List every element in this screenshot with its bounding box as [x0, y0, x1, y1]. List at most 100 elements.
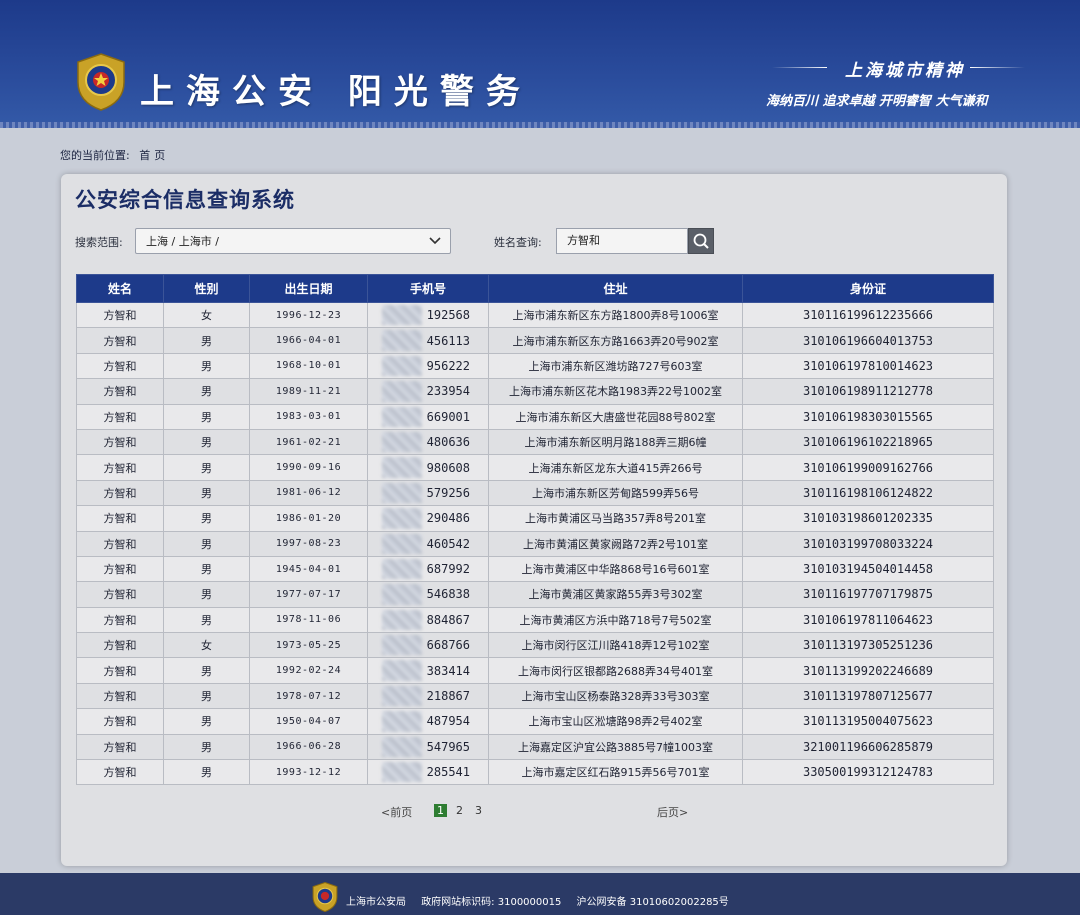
phone-redaction-mask	[382, 762, 422, 783]
col-header-id-number[interactable]: 身份证	[742, 274, 994, 303]
phone-visible-digits: 668766	[426, 638, 470, 653]
scope-select[interactable]: 上海 / 上海市 /	[135, 228, 451, 254]
slogan-divider-right	[970, 67, 1025, 68]
cell-name: 方智和	[76, 708, 164, 735]
phone-redaction-mask	[382, 660, 422, 681]
col-header-phone[interactable]: 手机号	[367, 274, 489, 303]
cell-address: 上海浦东新区龙东大道415弄266号	[488, 454, 743, 481]
cell-gender: 男	[163, 454, 250, 481]
search-button[interactable]	[688, 228, 714, 254]
col-header-address[interactable]: 住址	[488, 274, 743, 303]
cell-gender: 男	[163, 657, 250, 684]
cell-phone: 884867	[367, 606, 489, 634]
phone-visible-digits: 669001	[426, 409, 470, 424]
cell-name: 方智和	[76, 657, 164, 684]
phone-redaction-mask	[382, 457, 422, 478]
col-header-gender[interactable]: 性别	[163, 274, 250, 303]
site-title: 上海公安 阳光警务	[140, 72, 532, 112]
table-row: 方智和女 1973-05-25 668766 上海市闵行区江川路418弄12号102室…	[76, 632, 994, 659]
page-number-2[interactable]: 2	[453, 804, 466, 817]
cell-address: 上海市黄浦区黄家路55弄3号302室	[488, 581, 743, 608]
breadcrumb-prefix: 您的当前位置:	[60, 149, 130, 162]
phone-visible-digits: 285541	[426, 765, 470, 780]
cell-phone: 233954	[367, 378, 489, 405]
footer-text: 上海市公安局 政府网站标识码: 3100000015 沪公网安备 3101060…	[346, 893, 741, 908]
phone-redaction-mask	[382, 685, 422, 707]
phone-visible-digits: 290486	[426, 511, 470, 526]
cell-name: 方智和	[76, 301, 164, 329]
cell-birthdate: 1986-01-20	[249, 505, 368, 532]
cell-id-number: 310103199708033224	[742, 530, 994, 557]
cell-birthdate: 1977-07-17	[249, 581, 368, 608]
slogan-text: 海纳百川 追求卓越 开明睿智 大气谦和	[766, 94, 988, 109]
cell-address: 上海市浦东新区芳甸路599弄56号	[488, 479, 743, 507]
cell-gender: 男	[163, 530, 250, 557]
cell-phone: 487954	[367, 708, 489, 735]
cell-gender: 男	[163, 555, 250, 583]
cell-phone: 285541	[367, 759, 489, 786]
table-row: 方智和男 1993-12-12 285541 上海市嘉定区红石路915弄56号701室…	[76, 759, 994, 786]
site-header: 上海公安 阳光警务 上海城市精神 海纳百川 追求卓越 开明睿智 大气谦和	[0, 0, 1080, 128]
cell-name: 方智和	[76, 352, 164, 380]
cell-name: 方智和	[76, 327, 164, 354]
cell-address: 上海市浦东新区花木路1983弄22号1002室	[488, 378, 743, 405]
cell-gender: 女	[163, 301, 250, 329]
cell-name: 方智和	[76, 428, 164, 456]
cell-gender: 男	[163, 708, 250, 735]
col-header-birthdate[interactable]: 出生日期	[249, 274, 368, 303]
cell-gender: 男	[163, 428, 250, 456]
table-row: 方智和男 1983-03-01 669001 上海市浦东新区大唐盛世花园88号802室…	[76, 403, 994, 430]
table-row: 方智和男 1945-04-01 687992 上海市黄浦区中华路868号16号601室…	[76, 555, 994, 583]
cell-address: 上海市宝山区淞塘路98弄2号402室	[488, 708, 743, 735]
cell-address: 上海市闵行区江川路418弄12号102室	[488, 632, 743, 659]
phone-redaction-mask	[382, 736, 422, 758]
table-row: 方智和男 1992-02-24 383414 上海市闵行区银都路2688弄34号401…	[76, 657, 994, 684]
table-row: 方智和女 1996-12-23 192568 上海市浦东新区东方路1800弄8号100…	[76, 301, 994, 329]
phone-redaction-mask	[382, 533, 422, 554]
footer-org: 上海市公安局	[346, 897, 406, 908]
cell-name: 方智和	[76, 555, 164, 583]
breadcrumb-home-link[interactable]: 首页	[139, 149, 169, 162]
table-row: 方智和男 1990-09-16 980608 上海浦东新区龙东大道415弄266号 31…	[76, 454, 994, 481]
footer-record: 沪公网安备 31010602002285号	[576, 897, 729, 908]
phone-redaction-mask	[382, 584, 422, 605]
cell-address: 上海嘉定区沪宜公路3885号7幢1003室	[488, 733, 743, 761]
col-header-name[interactable]: 姓名	[76, 274, 164, 303]
cell-name: 方智和	[76, 403, 164, 430]
cell-address: 上海市浦东新区东方路1800弄8号1006室	[488, 301, 743, 329]
page-number-3[interactable]: 3	[472, 804, 485, 817]
phone-redaction-mask	[382, 355, 422, 377]
phone-visible-digits: 884867	[426, 612, 470, 627]
table-row: 方智和男 1981-06-12 579256 上海市浦东新区芳甸路599弄56号 310…	[76, 479, 994, 507]
cell-id-number: 310103198601202335	[742, 505, 994, 532]
cell-id-number: 310116199612235666	[742, 301, 994, 329]
cell-name: 方智和	[76, 682, 164, 710]
cell-address: 上海市黄浦区黄家阙路72弄2号101室	[488, 530, 743, 557]
phone-visible-digits: 487954	[426, 714, 470, 729]
phone-redaction-mask	[382, 482, 422, 504]
cell-gender: 男	[163, 581, 250, 608]
cell-phone: 218867	[367, 682, 489, 710]
cell-gender: 女	[163, 632, 250, 659]
table-row: 方智和男 1968-10-01 956222 上海市浦东新区潍坊路727号603室 31…	[76, 352, 994, 380]
cell-phone: 383414	[367, 657, 489, 684]
name-search-input[interactable]: 方智和	[556, 228, 688, 254]
phone-redaction-mask	[382, 330, 422, 351]
cell-id-number: 310113197305251236	[742, 632, 994, 659]
cell-phone: 480636	[367, 428, 489, 456]
cell-address: 上海市浦东新区明月路188弄三期6幢	[488, 428, 743, 456]
prev-page-link[interactable]: <前页	[381, 804, 412, 820]
cell-id-number: 310106198303015565	[742, 403, 994, 430]
page-numbers: 123	[434, 804, 491, 817]
cell-id-number: 310106197811064623	[742, 606, 994, 634]
page-number-1[interactable]: 1	[434, 804, 447, 817]
phone-visible-digits: 579256	[426, 485, 470, 500]
next-page-link[interactable]: 后页>	[657, 804, 688, 820]
cell-birthdate: 1966-06-28	[249, 733, 368, 761]
cell-phone: 579256	[367, 479, 489, 507]
phone-redaction-mask	[382, 508, 422, 529]
table-row: 方智和男 1966-06-28 547965 上海嘉定区沪宜公路3885号7幢1003…	[76, 733, 994, 761]
cell-gender: 男	[163, 733, 250, 761]
cell-gender: 男	[163, 759, 250, 786]
cell-address: 上海市闵行区银都路2688弄34号401室	[488, 657, 743, 684]
